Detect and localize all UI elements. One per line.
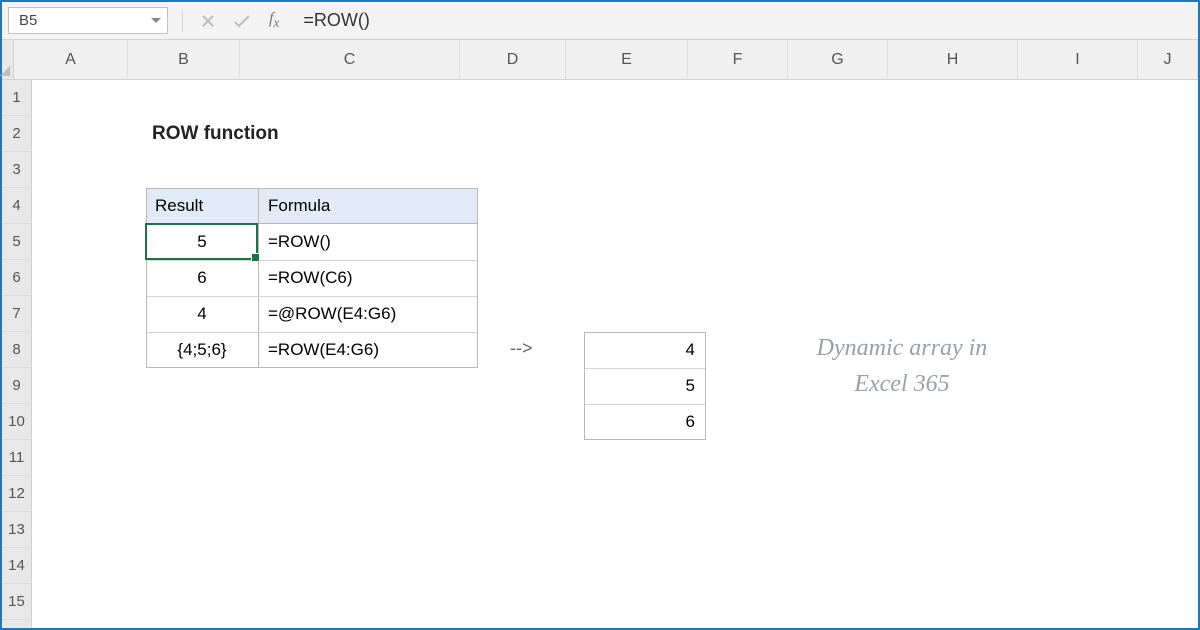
row-header-9[interactable]: 9 <box>2 368 31 404</box>
col-header-e[interactable]: E <box>566 40 688 80</box>
cell-e9[interactable]: 5 <box>585 368 703 404</box>
col-header-i[interactable]: I <box>1018 40 1138 80</box>
row-header-7[interactable]: 7 <box>2 296 31 332</box>
formula-input[interactable]: =ROW() <box>293 2 1198 39</box>
row-header-8[interactable]: 8 <box>2 332 31 368</box>
cell-b6[interactable]: 6 <box>147 260 257 296</box>
table-col-divider <box>258 188 259 368</box>
cell-c7[interactable]: =@ROW(E4:G6) <box>260 296 476 332</box>
row-header-3[interactable]: 3 <box>2 152 31 188</box>
cell-b7[interactable]: 4 <box>147 296 257 332</box>
col-header-j[interactable]: J <box>1138 40 1198 80</box>
enter-icon[interactable] <box>233 14 251 28</box>
col-header-c[interactable]: C <box>240 40 460 80</box>
annotation-text: Dynamic array in Excel 365 <box>752 330 1052 402</box>
formula-bar-controls: fx <box>168 2 293 39</box>
worksheet[interactable]: 1 2 3 4 5 6 7 8 9 10 11 12 13 14 15 ROW … <box>2 80 1198 628</box>
row-headers: 1 2 3 4 5 6 7 8 9 10 11 12 13 14 15 <box>2 80 32 628</box>
row-header-10[interactable]: 10 <box>2 404 31 440</box>
fx-icon[interactable]: fx <box>269 10 279 31</box>
row-header-2[interactable]: 2 <box>2 116 31 152</box>
grid-area[interactable]: ROW function Result Formula 5 =ROW() 6 =… <box>32 80 1198 628</box>
divider <box>182 10 183 32</box>
row-header-14[interactable]: 14 <box>2 548 31 584</box>
row-header-12[interactable]: 12 <box>2 476 31 512</box>
cell-e10[interactable]: 6 <box>585 404 703 440</box>
row-header-5[interactable]: 5 <box>2 224 31 260</box>
cell-c5[interactable]: =ROW() <box>260 224 476 260</box>
name-box-dropdown-icon[interactable] <box>151 18 161 23</box>
column-header-row: A B C D E F G H I J <box>2 40 1198 80</box>
cell-e8[interactable]: 4 <box>585 332 703 368</box>
cancel-icon[interactable] <box>201 14 215 28</box>
cell-b5[interactable]: 5 <box>147 224 257 260</box>
col-header-a[interactable]: A <box>14 40 128 80</box>
name-box[interactable]: B5 <box>8 7 168 34</box>
row-header-6[interactable]: 6 <box>2 260 31 296</box>
formula-bar: B5 fx =ROW() <box>2 2 1198 40</box>
formula-input-value: =ROW() <box>303 10 370 31</box>
row-header-4[interactable]: 4 <box>2 188 31 224</box>
select-all-corner[interactable] <box>2 40 14 79</box>
row-header-13[interactable]: 13 <box>2 512 31 548</box>
row-header-15[interactable]: 15 <box>2 584 31 620</box>
col-header-b[interactable]: B <box>128 40 240 80</box>
name-box-value: B5 <box>19 12 37 29</box>
cell-title[interactable]: ROW function <box>146 116 285 152</box>
col-header-h[interactable]: H <box>888 40 1018 80</box>
table-header-result[interactable]: Result <box>147 188 257 224</box>
table-header-formula[interactable]: Formula <box>260 188 476 224</box>
row-header-11[interactable]: 11 <box>2 440 31 476</box>
cell-c8[interactable]: =ROW(E4:G6) <box>260 332 476 368</box>
row-header-1[interactable]: 1 <box>2 80 31 116</box>
cell-c6[interactable]: =ROW(C6) <box>260 260 476 296</box>
arrow-text: --> <box>510 338 533 359</box>
col-header-g[interactable]: G <box>788 40 888 80</box>
col-header-f[interactable]: F <box>688 40 788 80</box>
cell-b8[interactable]: {4;5;6} <box>147 332 257 368</box>
col-header-d[interactable]: D <box>460 40 566 80</box>
